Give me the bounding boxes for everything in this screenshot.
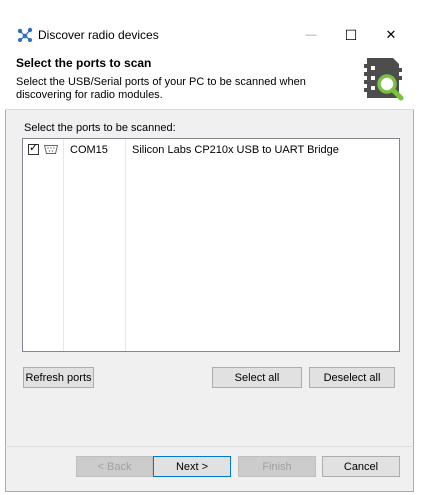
close-button[interactable]: ✕ bbox=[371, 22, 411, 48]
check-icon: ✓ bbox=[29, 142, 39, 154]
column-divider bbox=[125, 139, 126, 351]
footer-separator bbox=[5, 446, 414, 447]
page-title: Select the ports to scan bbox=[16, 56, 152, 70]
select-all-button[interactable]: Select all bbox=[212, 367, 302, 388]
window-title: Discover radio devices bbox=[38, 28, 159, 42]
back-button[interactable]: < Back bbox=[76, 456, 153, 477]
next-button[interactable]: Next > bbox=[153, 456, 231, 477]
minimize-button[interactable]: — bbox=[291, 22, 331, 48]
ports-list[interactable]: ✓ COM15 Silicon Labs CP210x USB to UART … bbox=[22, 138, 400, 352]
column-divider bbox=[63, 139, 64, 351]
port-row[interactable]: ✓ COM15 Silicon Labs CP210x USB to UART … bbox=[23, 141, 399, 159]
xbee-app-icon bbox=[17, 27, 33, 42]
minimize-icon: — bbox=[305, 29, 317, 41]
maximize-icon: ☐ bbox=[344, 26, 358, 43]
title-bar[interactable]: Discover radio devices — ☐ ✕ bbox=[5, 22, 414, 48]
port-description: Silicon Labs CP210x USB to UART Bridge bbox=[132, 144, 339, 156]
finish-button[interactable]: Finish bbox=[238, 456, 316, 477]
port-name: COM15 bbox=[70, 144, 108, 156]
ports-list-label: Select the ports to be scanned: bbox=[24, 122, 176, 134]
radio-module-search-icon bbox=[364, 58, 404, 101]
wizard-header: Select the ports to scan Select the USB/… bbox=[5, 48, 414, 110]
cancel-button[interactable]: Cancel bbox=[322, 456, 400, 477]
maximize-button[interactable]: ☐ bbox=[331, 22, 371, 48]
serial-port-icon bbox=[44, 145, 58, 154]
close-icon: ✕ bbox=[385, 27, 397, 42]
deselect-all-button[interactable]: Deselect all bbox=[309, 367, 395, 388]
page-description: Select the USB/Serial ports of your PC t… bbox=[16, 76, 306, 101]
refresh-ports-button[interactable]: Refresh ports bbox=[23, 367, 94, 388]
port-checkbox[interactable]: ✓ bbox=[28, 142, 39, 155]
